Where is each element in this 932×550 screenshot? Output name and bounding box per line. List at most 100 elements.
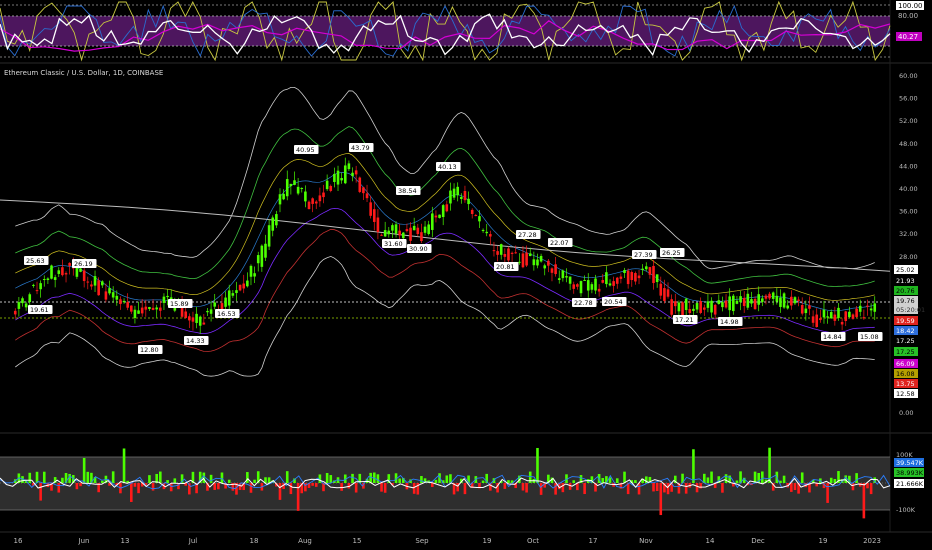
volume-bar (246, 472, 249, 483)
candle-body (271, 217, 275, 231)
candle-body (586, 280, 590, 291)
candle-body (797, 299, 800, 301)
time-axis-label: 17 (589, 537, 598, 545)
candle-body (485, 231, 489, 234)
volume-bar (844, 475, 848, 483)
rsi-current-value: 40.27 (898, 33, 918, 41)
candle-body (398, 230, 401, 236)
candle-body (681, 302, 684, 316)
volume-badge-text: 39.547K (896, 459, 924, 467)
candle-body (93, 276, 97, 286)
candle-body (702, 307, 706, 310)
candle-body (362, 187, 365, 194)
candle-body (554, 264, 557, 275)
price-axis-tick: 44.00 (899, 162, 918, 170)
candle-body (358, 177, 362, 192)
volume-bar (659, 483, 663, 516)
volume-bar (380, 483, 383, 492)
volume-bar (721, 483, 724, 493)
volume-bar (75, 483, 79, 490)
price-badge-text: 17.25 (896, 348, 915, 356)
price-badge-text: 13.75 (896, 380, 915, 388)
price-badge-text: 66.09 (896, 360, 915, 368)
candle-body (757, 294, 760, 305)
candle-body (24, 303, 28, 308)
volume-bar (735, 480, 739, 483)
price-label: 15.08 (860, 333, 879, 341)
price-label: 22.07 (550, 239, 569, 247)
volume-bar (61, 477, 64, 483)
candle-body (666, 289, 670, 297)
volume-bar (456, 483, 459, 492)
candle-body (445, 204, 449, 212)
candle-body (57, 270, 61, 274)
price-label: 38.54 (398, 187, 417, 195)
candle-body (623, 269, 626, 273)
candle-body (557, 278, 561, 280)
candle-body (808, 305, 811, 309)
candle-body (198, 316, 202, 326)
candle-body (17, 302, 21, 309)
candle-body (525, 252, 528, 266)
candle-body (728, 296, 731, 311)
candle-body (231, 293, 235, 296)
candle-body (732, 295, 735, 312)
chart-canvas[interactable]: 100.00 80.00 40.27 25.63 26.19 19.61 12.80 14.3… (0, 0, 932, 550)
candle-body (275, 214, 278, 226)
price-axis-tick: 60.00 (899, 72, 918, 80)
candle-body (750, 299, 753, 304)
candle-body (238, 284, 242, 291)
candle-body (608, 283, 612, 286)
candle-body (318, 195, 322, 202)
candle-body (474, 215, 478, 217)
volume-bar (148, 475, 151, 483)
volume-bar (376, 474, 380, 483)
volume-bar (826, 483, 829, 503)
candle-body (695, 303, 699, 310)
volume-bar (383, 483, 387, 493)
time-axis-label: Aug (298, 537, 312, 545)
volume-bar (623, 471, 626, 483)
candle-body (394, 224, 398, 234)
candle-body (224, 297, 227, 307)
candle-body (771, 292, 775, 299)
candle-body (561, 270, 565, 279)
candle-body (68, 262, 71, 266)
candle-body (351, 172, 354, 177)
volume-bar (220, 472, 224, 483)
rsi-axis-label: 80.00 (898, 12, 918, 20)
volume-bar (463, 483, 467, 495)
volume-bar (434, 479, 438, 483)
candle-body (256, 255, 260, 264)
candle-body (372, 209, 376, 222)
volume-bar (481, 480, 485, 483)
candle-body (547, 260, 550, 266)
candle-body (166, 295, 169, 298)
candle-body (333, 173, 336, 182)
candle-body (130, 305, 133, 312)
volume-bar (412, 483, 416, 494)
candle-body (478, 216, 481, 222)
price-badge-text: 25.02 (896, 266, 915, 274)
candle-body (659, 283, 663, 296)
candle-body (119, 299, 122, 305)
candle-body (184, 311, 188, 318)
candle-body (64, 273, 68, 275)
volume-bar (28, 472, 32, 483)
candle-body (260, 245, 264, 267)
candle-body (819, 318, 822, 321)
price-label: 15.89 (170, 300, 189, 308)
volume-bar (311, 483, 314, 486)
candle-body (387, 230, 391, 235)
candle-body (735, 300, 739, 304)
volume-bar (202, 472, 206, 483)
candle-body (804, 308, 808, 314)
volume-bar (351, 473, 354, 483)
price-label: 14.33 (186, 337, 205, 345)
volume-bar (354, 483, 358, 493)
time-axis-label: Dec (751, 537, 765, 545)
volume-bar (340, 483, 343, 491)
candle-body (829, 312, 833, 319)
volume-bar (130, 483, 133, 502)
candle-body (637, 275, 641, 279)
